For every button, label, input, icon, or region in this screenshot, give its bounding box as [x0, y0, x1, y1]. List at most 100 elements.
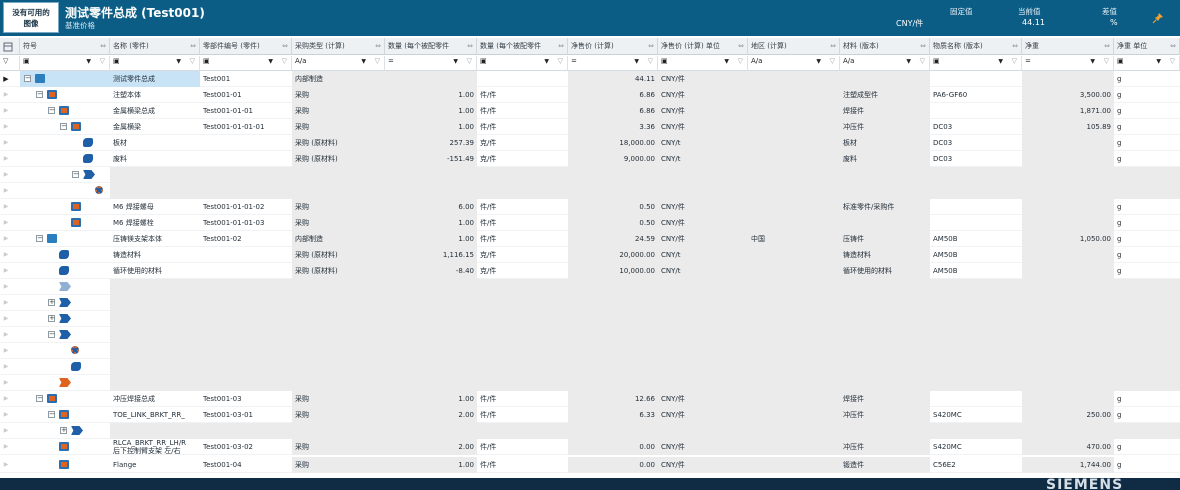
filter-cell-region[interactable]: A/a ▼ ▽	[748, 56, 840, 70]
cell-region[interactable]: 中国	[748, 231, 840, 247]
symbol-cell[interactable]: +	[20, 423, 110, 439]
symbol-cell[interactable]	[20, 439, 110, 455]
cell-procurement-type[interactable]: 采购 (原材料)	[292, 263, 385, 279]
cell-region[interactable]	[748, 167, 840, 183]
cell-net-price-unit[interactable]	[658, 375, 748, 391]
cell-name[interactable]: 循环使用的材料	[110, 263, 200, 279]
cell-material[interactable]: 注塑成型件	[840, 87, 930, 103]
cell-part-number[interactable]: Test001-01-01-02	[200, 199, 292, 215]
cell-net-price-unit[interactable]: CNY/件	[658, 215, 748, 231]
cell-region[interactable]	[748, 151, 840, 167]
cell-procurement-type[interactable]	[292, 359, 385, 375]
filter-operator[interactable]: ▣	[480, 57, 487, 65]
column-header-net-price[interactable]: 净售价 (计算) ⇔	[568, 38, 658, 55]
table-row[interactable]: ▶	[0, 183, 1180, 199]
cell-name[interactable]	[110, 279, 200, 295]
cell-region[interactable]	[748, 183, 840, 199]
cell-quantity-unit[interactable]: 件/件	[477, 439, 568, 455]
filter-icon[interactable]: ▽	[375, 57, 380, 65]
table-row[interactable]: ▶	[0, 279, 1180, 295]
cell-quantity-unit[interactable]	[477, 327, 568, 343]
cell-region[interactable]	[748, 119, 840, 135]
cell-quantity-unit[interactable]: 克/件	[477, 263, 568, 279]
row-selector[interactable]: ▶	[0, 87, 12, 103]
symbol-cell[interactable]	[20, 263, 110, 279]
cell-quantity[interactable]	[385, 359, 477, 375]
cell-net-price[interactable]: 3.36	[568, 119, 658, 135]
table-row[interactable]: ▶ 废料 采购 (原材料) -151.49 克/件 9,000.00 CNY/t 废料 DC03…	[0, 151, 1180, 167]
cell-part-number[interactable]	[200, 167, 292, 183]
cell-region[interactable]	[748, 199, 840, 215]
cell-procurement-type[interactable]: 采购	[292, 391, 385, 407]
filter-cell-net-price[interactable]: = ▼ ▽	[568, 56, 658, 70]
cell-substance[interactable]: DC03	[930, 135, 1022, 151]
cell-quantity[interactable]: 1.00	[385, 391, 477, 407]
row-selector[interactable]: ▶	[0, 423, 12, 439]
cell-substance[interactable]	[930, 279, 1022, 295]
table-row[interactable]: ▶ − 测试零件总成 Test001 内部制造 44.11 CNY/件 g	[0, 71, 1180, 87]
cell-substance[interactable]	[930, 375, 1022, 391]
column-drag-icon[interactable]: ⇔	[558, 38, 564, 55]
cell-net-weight-unit[interactable]: g	[1114, 439, 1180, 455]
cell-quantity-unit[interactable]	[477, 359, 568, 375]
cell-material[interactable]	[840, 359, 930, 375]
row-selector[interactable]: ▶	[0, 215, 12, 231]
filter-cell-symbol[interactable]: ▣ ▼ ▽	[20, 56, 110, 70]
table-row[interactable]: ▶ − 金属横梁 Test001-01-01-01 采购 1.00 件/件 3.36 CNY/件…	[0, 119, 1180, 135]
filter-operator[interactable]: A/a	[751, 57, 762, 65]
cell-net-price-unit[interactable]	[658, 279, 748, 295]
table-row[interactable]: ▶ −	[0, 167, 1180, 183]
expand-icon[interactable]: +	[48, 315, 55, 322]
cell-net-weight[interactable]	[1022, 279, 1114, 295]
cell-part-number[interactable]	[200, 359, 292, 375]
row-selector[interactable]: ▶	[0, 279, 12, 295]
cell-material[interactable]	[840, 343, 930, 359]
collapse-icon[interactable]: −	[72, 171, 79, 178]
collapse-icon[interactable]: −	[48, 411, 55, 418]
row-selector[interactable]: ▶	[0, 391, 12, 407]
column-drag-icon[interactable]: ⇔	[1104, 38, 1110, 55]
cell-net-weight[interactable]	[1022, 359, 1114, 375]
cell-net-weight-unit[interactable]	[1114, 311, 1180, 327]
cell-quantity-unit[interactable]: 件/件	[477, 199, 568, 215]
collapse-icon[interactable]: −	[24, 75, 31, 82]
cell-net-weight-unit[interactable]: g	[1114, 231, 1180, 247]
filter-icon[interactable]: ▽	[648, 57, 653, 65]
cell-quantity[interactable]: 1.00	[385, 119, 477, 135]
cell-net-price[interactable]	[568, 167, 658, 183]
cell-material[interactable]	[840, 279, 930, 295]
symbol-cell[interactable]	[20, 183, 110, 199]
cell-net-weight-unit[interactable]: g	[1114, 391, 1180, 407]
cell-quantity-unit[interactable]	[477, 423, 568, 439]
cell-net-weight[interactable]	[1022, 199, 1114, 215]
filter-cell-substance[interactable]: ▣ ▼ ▽	[930, 56, 1022, 70]
cell-substance[interactable]: PA6-GF60	[930, 87, 1022, 103]
cell-net-weight-unit[interactable]: g	[1114, 71, 1180, 87]
column-drag-icon[interactable]: ⇔	[920, 38, 926, 55]
collapse-icon[interactable]: −	[48, 331, 55, 338]
chevron-down-icon[interactable]: ▼	[724, 58, 729, 65]
filter-cell-quantity-unit[interactable]: ▣ ▼ ▽	[477, 56, 568, 70]
filter-icon[interactable]: ▽	[920, 57, 925, 65]
cell-net-price-unit[interactable]: CNY/件	[658, 71, 748, 87]
cell-net-weight-unit[interactable]: g	[1114, 135, 1180, 151]
chevron-down-icon[interactable]: ▼	[176, 58, 181, 65]
column-header-procurement-type[interactable]: 采购类型 (计算) ⇔	[292, 38, 385, 55]
cell-net-weight[interactable]	[1022, 263, 1114, 279]
cell-net-weight[interactable]	[1022, 135, 1114, 151]
collapse-icon[interactable]: −	[36, 91, 43, 98]
cell-material[interactable]: 废料	[840, 151, 930, 167]
column-header-net-weight-unit[interactable]: 净重 单位 ⇔	[1114, 38, 1180, 55]
cell-part-number[interactable]	[200, 279, 292, 295]
cell-net-weight-unit[interactable]	[1114, 167, 1180, 183]
filter-operator[interactable]: ▣	[23, 57, 30, 65]
cell-net-price-unit[interactable]	[658, 295, 748, 311]
cell-procurement-type[interactable]: 采购 (原材料)	[292, 135, 385, 151]
cell-name[interactable]: 测试零件总成	[110, 71, 200, 87]
cell-procurement-type[interactable]: 采购	[292, 199, 385, 215]
cell-net-price[interactable]	[568, 423, 658, 439]
cell-substance[interactable]	[930, 71, 1022, 87]
cell-net-price[interactable]: 0.00	[568, 457, 658, 473]
cell-part-number[interactable]: Test001-03-01	[200, 407, 292, 423]
column-drag-icon[interactable]: ⇔	[1170, 38, 1176, 55]
